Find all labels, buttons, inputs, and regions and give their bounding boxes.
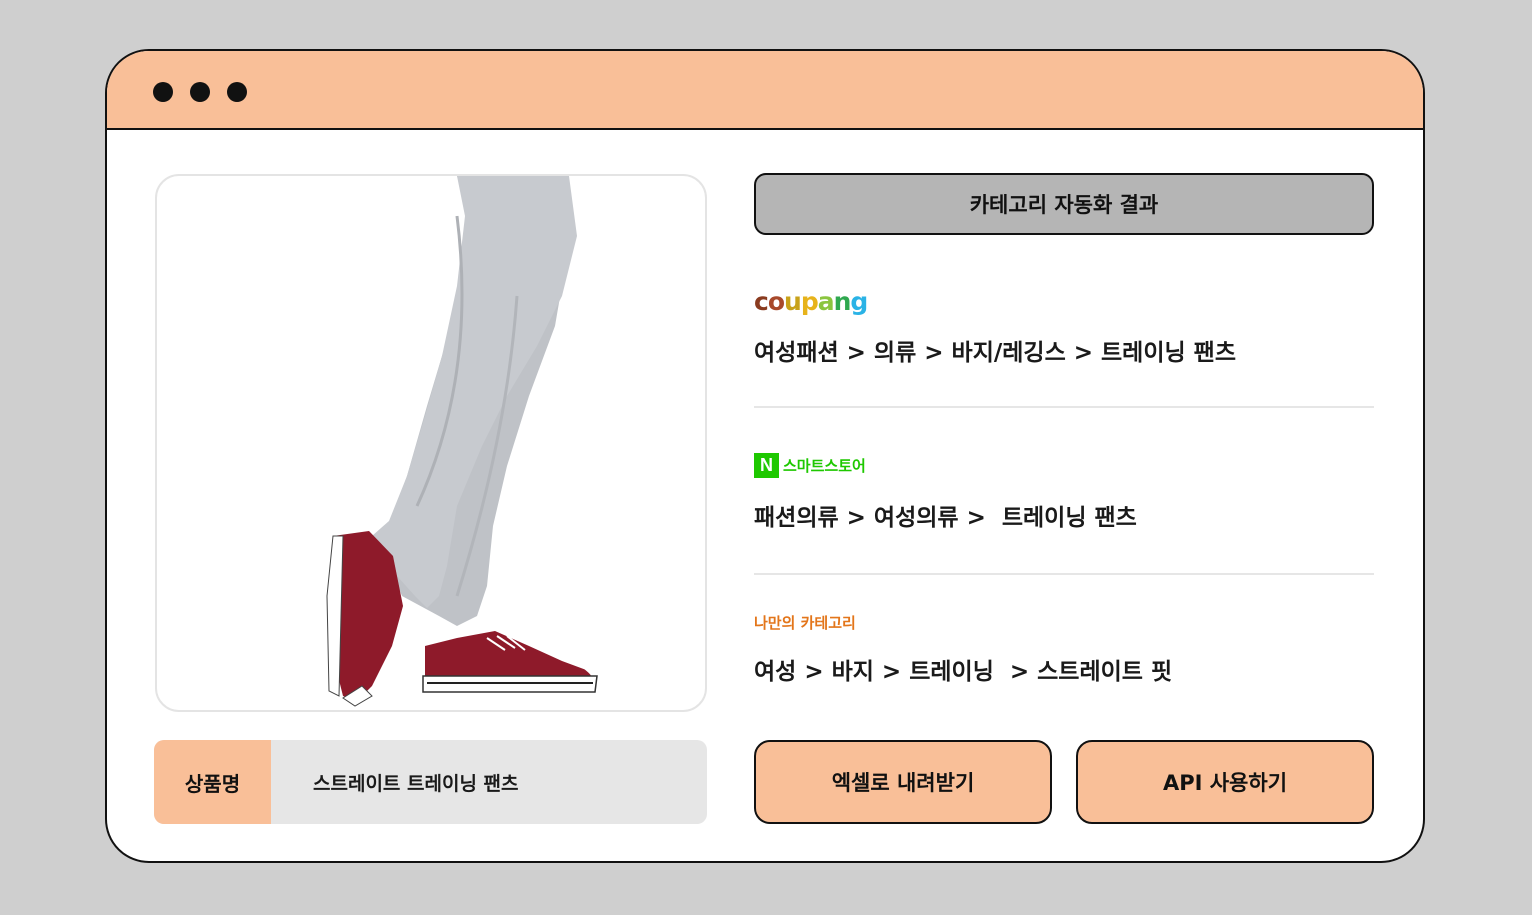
custom-category-path: 여성 > 바지 > 트레이닝 > 스트레이트 핏	[754, 659, 1173, 685]
divider	[754, 573, 1374, 575]
coupang-logo-letter: a	[817, 287, 835, 316]
naver-n-icon: N	[754, 453, 779, 478]
product-name-value: 스트레이트 트레이닝 팬츠	[313, 772, 519, 795]
coupang-logo-letter: o	[767, 287, 785, 316]
product-photo-illustration	[326, 176, 598, 707]
coupang-category-path: 여성패션 > 의류 > 바지/레깅스 > 트레이닝 팬츠	[754, 340, 1236, 366]
app-window: 상품명 스트레이트 트레이닝 팬츠 카테고리 자동화 결과 coupang 여성…	[105, 49, 1425, 863]
custom-category-label: 나만의 카테고리	[754, 614, 856, 632]
category-result-header: 카테고리 자동화 결과	[754, 173, 1374, 235]
smartstore-label: 스마트스토어	[783, 457, 866, 475]
smartstore-section: N 스마트스토어 패션의류 > 여성의류 > 트레이닝 팬츠	[754, 453, 1374, 533]
coupang-logo-letter: g	[850, 287, 868, 316]
api-use-button[interactable]: API 사용하기	[1076, 740, 1374, 824]
smartstore-category-path: 패션의류 > 여성의류 > 트레이닝 팬츠	[754, 505, 1137, 531]
title-bar	[107, 51, 1423, 130]
window-dot-icon[interactable]	[227, 82, 247, 102]
excel-download-button[interactable]: 엑셀로 내려받기	[754, 740, 1052, 824]
coupang-logo-letter: n	[833, 287, 852, 316]
product-name-row: 상품명 스트레이트 트레이닝 팬츠	[154, 740, 707, 824]
window-dot-icon[interactable]	[190, 82, 210, 102]
divider	[754, 406, 1374, 408]
custom-category-section: 나만의 카테고리 여성 > 바지 > 트레이닝 > 스트레이트 핏	[754, 612, 1374, 692]
product-name-label: 상품명	[154, 740, 271, 824]
coupang-logo-letter: c	[754, 287, 769, 316]
coupang-logo: coupang	[754, 287, 868, 317]
window-dot-icon[interactable]	[153, 82, 173, 102]
coupang-logo-letter: u	[784, 287, 802, 316]
coupang-logo-letter: p	[800, 287, 819, 316]
product-image	[155, 174, 707, 712]
coupang-section: coupang 여성패션 > 의류 > 바지/레깅스 > 트레이닝 팬츠	[754, 287, 1374, 367]
